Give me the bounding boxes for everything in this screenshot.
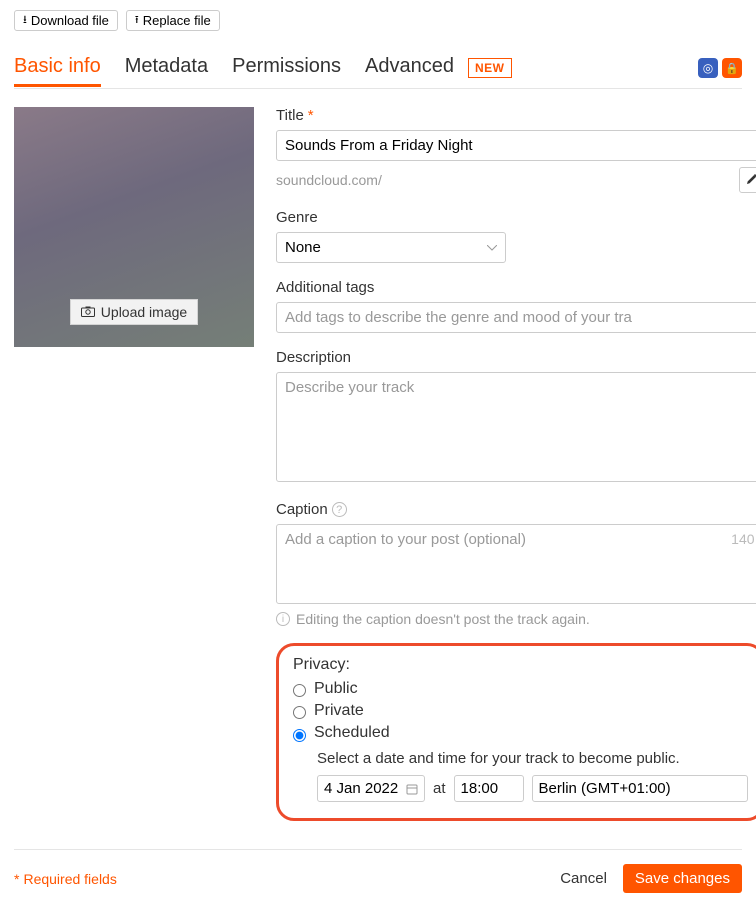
- camera-icon: [81, 304, 95, 320]
- caption-hint: i Editing the caption doesn't post the t…: [276, 611, 756, 627]
- title-input[interactable]: [276, 130, 756, 161]
- tabs: Basic info Metadata Permissions Advanced…: [14, 49, 742, 89]
- track-artwork: Upload image: [14, 107, 254, 347]
- download-file-button[interactable]: ⭳ Download file: [14, 10, 118, 31]
- permalink-prefix: soundcloud.com/: [276, 172, 382, 188]
- help-icon[interactable]: ?: [332, 502, 347, 517]
- tags-input[interactable]: [276, 302, 756, 333]
- schedule-date-input[interactable]: [317, 775, 425, 802]
- cancel-button[interactable]: Cancel: [560, 870, 607, 887]
- schedule-timezone-input[interactable]: [532, 775, 748, 802]
- upload-icon: ⭱: [135, 15, 139, 26]
- tab-metadata[interactable]: Metadata: [125, 49, 208, 87]
- privacy-public-radio[interactable]: [293, 684, 306, 697]
- lock-icon[interactable]: 🔒: [722, 58, 742, 78]
- replace-file-button[interactable]: ⭱ Replace file: [126, 10, 220, 31]
- schedule-time-input[interactable]: [454, 775, 524, 802]
- privacy-label: Privacy:: [293, 656, 748, 674]
- pencil-icon: [746, 172, 756, 188]
- privacy-private-option[interactable]: Private: [293, 702, 748, 720]
- caption-textarea[interactable]: [276, 524, 756, 604]
- quality-badge-icon[interactable]: ◎: [698, 58, 718, 78]
- tab-permissions[interactable]: Permissions: [232, 49, 341, 87]
- genre-label: Genre: [276, 209, 756, 226]
- tab-basic-info[interactable]: Basic info: [14, 49, 101, 87]
- required-fields-note: *Required fields: [14, 871, 117, 887]
- title-label: Title*: [276, 107, 756, 124]
- privacy-section: Privacy: Public Private Scheduled Select…: [276, 643, 756, 821]
- privacy-scheduled-option[interactable]: Scheduled Select a date and time for you…: [293, 724, 748, 767]
- scheduled-hint: Select a date and time for your track to…: [317, 750, 680, 767]
- tags-label: Additional tags: [276, 279, 756, 296]
- caption-count: 140: [731, 531, 754, 547]
- replace-label: Replace file: [143, 13, 211, 28]
- tab-advanced[interactable]: Advanced: [365, 49, 454, 87]
- privacy-scheduled-radio[interactable]: [293, 729, 306, 742]
- genre-select[interactable]: None: [276, 232, 506, 263]
- at-label: at: [433, 780, 446, 797]
- privacy-public-option[interactable]: Public: [293, 680, 748, 698]
- download-icon: ⭳: [23, 15, 27, 26]
- upload-image-label: Upload image: [101, 304, 187, 320]
- new-badge: NEW: [468, 58, 512, 78]
- download-label: Download file: [31, 13, 109, 28]
- upload-image-button[interactable]: Upload image: [70, 299, 198, 325]
- description-textarea[interactable]: [276, 372, 756, 482]
- info-icon: i: [276, 612, 290, 626]
- save-changes-button[interactable]: Save changes: [623, 864, 742, 893]
- caption-label: Caption ?: [276, 501, 756, 518]
- edit-permalink-button[interactable]: [739, 167, 756, 193]
- privacy-private-radio[interactable]: [293, 706, 306, 719]
- description-label: Description: [276, 349, 756, 366]
